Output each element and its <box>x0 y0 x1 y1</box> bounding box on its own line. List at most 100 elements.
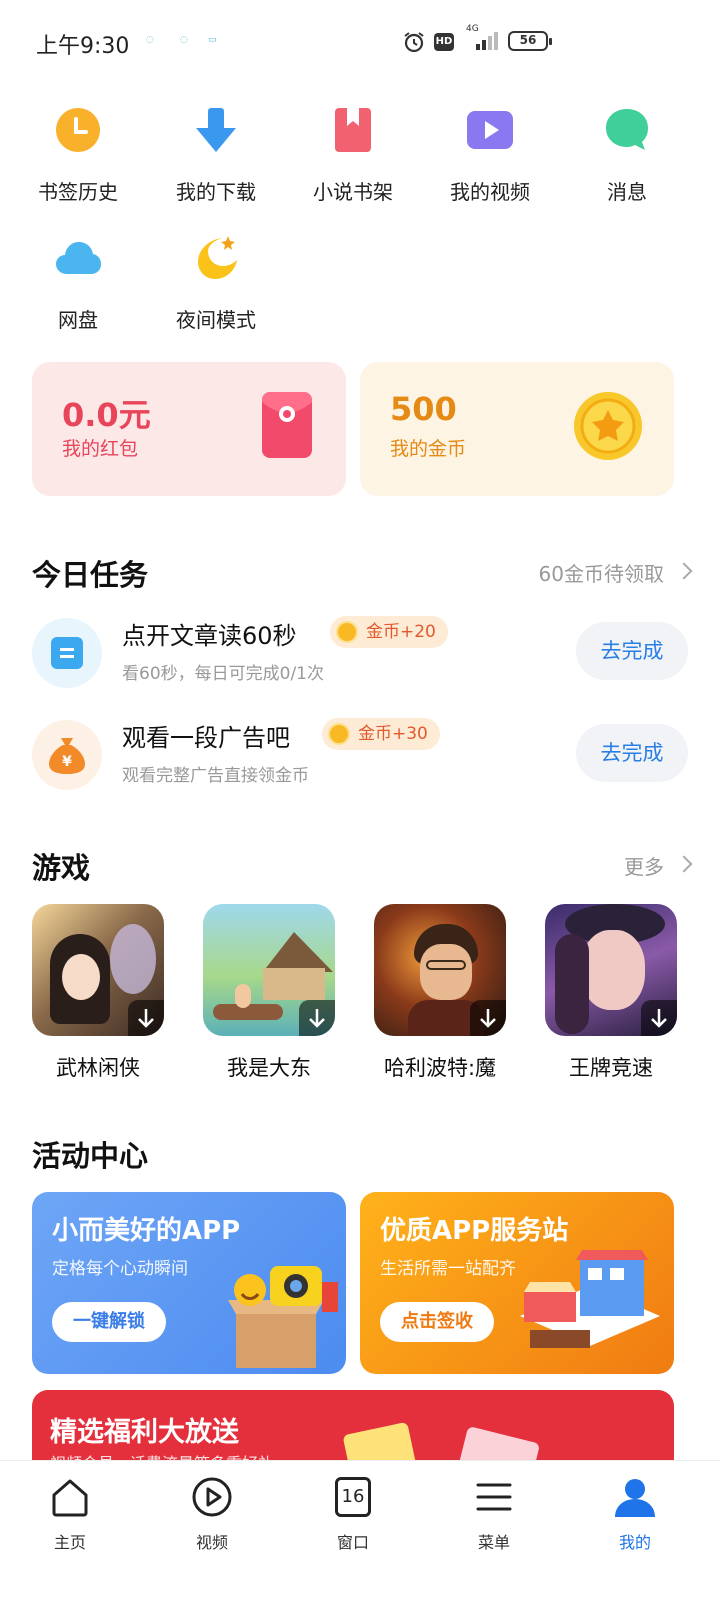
red-packet-card[interactable]: 0.0元 我的红包 <box>32 362 346 496</box>
activity-title: 优质APP服务站 <box>380 1216 569 1246</box>
chevron-right-icon[interactable] <box>675 562 693 580</box>
download-icon[interactable] <box>470 1000 506 1036</box>
notification-icon: ◌ <box>146 35 154 45</box>
shortcut-label: 我的下载 <box>176 180 256 204</box>
shortcut-label: 我的视频 <box>450 180 530 204</box>
game-name: 哈利波特:魔 <box>383 1056 497 1080</box>
task-title: 点开文章读60秒 <box>122 622 297 650</box>
shortcut-downloads[interactable]: 我的下载 <box>156 106 276 205</box>
task-watch-ad: ¥ 观看一段广告吧 金币+30 观看完整广告直接领金币 去完成 <box>32 716 688 792</box>
home-icon <box>52 1479 88 1517</box>
shortcut-label: 网盘 <box>58 308 98 332</box>
network-label: 4G <box>466 24 479 34</box>
shortcut-label: 消息 <box>607 180 647 204</box>
svg-text:¥: ¥ <box>62 754 72 770</box>
reward-label: 金币+30 <box>358 724 428 744</box>
shortcut-label: 小说书架 <box>313 180 393 204</box>
game-cover-image[interactable] <box>545 904 677 1036</box>
red-envelope-icon <box>262 392 312 458</box>
shortcut-bookmark-history[interactable]: 书签历史 <box>18 106 138 205</box>
game-cover-image[interactable] <box>203 904 335 1036</box>
game-item[interactable]: 哈利波特:魔 <box>374 904 506 1082</box>
signal-icon: 4G <box>466 24 502 52</box>
bottom-tab-bar: 主页 视频 16 窗口 菜单 我的 <box>0 1460 720 1600</box>
coin-reward-badge: 金币+30 <box>322 718 440 750</box>
document-icon <box>51 637 83 669</box>
window-count-icon: 16 <box>331 1475 375 1519</box>
window-count: 16 <box>335 1477 371 1517</box>
game-name: 我是大东 <box>227 1056 311 1080</box>
chevron-right-icon[interactable] <box>675 855 693 873</box>
shortcut-messages[interactable]: 消息 <box>567 106 687 205</box>
game-item[interactable]: 武林闲侠 <box>32 904 164 1082</box>
game-name: 王牌竞速 <box>569 1056 653 1080</box>
tab-label: 窗口 <box>336 1533 369 1552</box>
status-time: 上午9:30 <box>36 34 130 59</box>
battery-indicator: 56 <box>508 31 552 51</box>
game-cover-image[interactable] <box>32 904 164 1036</box>
download-icon <box>196 108 236 152</box>
sign-for-button[interactable]: 点击签收 <box>380 1302 494 1342</box>
chat-bubble-icon <box>606 109 648 150</box>
tab-label: 视频 <box>195 1533 228 1552</box>
games-more-link[interactable]: 更多 <box>624 851 664 880</box>
unlock-button[interactable]: 一键解锁 <box>52 1302 166 1342</box>
shortcut-novel-shelf[interactable]: 小说书架 <box>293 106 413 205</box>
tasks-pending-link[interactable]: 60金币待领取 <box>539 558 664 587</box>
video-icon <box>467 111 513 149</box>
money-bag-icon: ¥ <box>49 738 85 774</box>
coins-card[interactable]: 500 我的金币 <box>360 362 674 496</box>
activity-card-apps[interactable]: 小而美好的APP 定格每个心动瞬间 一键解锁 <box>32 1192 346 1374</box>
activity-section-title: 活动中心 <box>32 1139 149 1173</box>
bookmark-icon <box>335 108 371 152</box>
red-packet-amount: 0.0元 <box>62 396 151 434</box>
tab-menu[interactable]: 菜单 <box>444 1475 544 1553</box>
task-title: 观看一段广告吧 <box>122 724 290 752</box>
activity-subtitle: 定格每个心动瞬间 <box>52 1259 188 1279</box>
clock-icon <box>56 108 100 152</box>
task-complete-button[interactable]: 去完成 <box>576 622 688 680</box>
notification-icon: ▭ <box>208 35 217 45</box>
tab-windows[interactable]: 16 窗口 <box>303 1475 403 1553</box>
cloud-icon <box>56 242 101 274</box>
game-item[interactable]: 王牌竞速 <box>545 904 677 1082</box>
download-icon[interactable] <box>299 1000 335 1036</box>
red-packet-label: 我的红包 <box>62 438 139 460</box>
tab-label: 菜单 <box>477 1533 510 1552</box>
play-icon <box>192 1477 232 1517</box>
game-cover-image[interactable] <box>374 904 506 1036</box>
shortcut-label: 书签历史 <box>38 180 118 204</box>
coin-icon <box>336 621 358 643</box>
shortcut-cloud-drive[interactable]: 网盘 <box>18 234 138 333</box>
gift-box-illustration <box>228 1266 338 1368</box>
coins-label: 我的金币 <box>390 438 467 460</box>
coins-amount: 500 <box>390 390 457 428</box>
notification-icon: ◌ <box>180 35 188 45</box>
banner-title: 精选福利大放送 <box>50 1417 239 1448</box>
task-complete-button[interactable]: 去完成 <box>576 724 688 782</box>
shop-illustration <box>520 1250 660 1348</box>
shortcut-my-videos[interactable]: 我的视频 <box>430 106 550 205</box>
activity-card-service-station[interactable]: 优质APP服务站 生活所需一站配齐 点击签收 <box>360 1192 674 1374</box>
person-icon <box>615 1479 655 1517</box>
activity-title: 小而美好的APP <box>52 1216 241 1246</box>
tab-profile[interactable]: 我的 <box>585 1475 685 1553</box>
task-subtitle: 看60秒，每日可完成0/1次 <box>122 664 324 684</box>
status-bar: 上午9:30 ◌ ◌ ▭ HD 4G 56 <box>0 0 720 84</box>
game-item[interactable]: 我是大东 <box>203 904 335 1082</box>
task-read-article: 点开文章读60秒 金币+20 看60秒，每日可完成0/1次 去完成 <box>32 614 688 690</box>
hd-icon: HD <box>434 33 454 51</box>
tab-video[interactable]: 视频 <box>162 1475 262 1553</box>
shortcut-night-mode[interactable]: 夜间模式 <box>156 234 276 333</box>
reward-label: 金币+20 <box>366 622 436 642</box>
download-icon[interactable] <box>128 1000 164 1036</box>
coin-reward-badge: 金币+20 <box>330 616 448 648</box>
tab-label: 主页 <box>53 1533 86 1552</box>
shortcut-label: 夜间模式 <box>176 308 256 332</box>
activity-subtitle: 生活所需一站配齐 <box>380 1259 516 1279</box>
tab-home[interactable]: 主页 <box>20 1475 120 1553</box>
task-icon-wrap <box>32 618 102 688</box>
tasks-section-title: 今日任务 <box>32 558 149 592</box>
download-icon[interactable] <box>641 1000 677 1036</box>
moon-icon <box>198 236 237 279</box>
